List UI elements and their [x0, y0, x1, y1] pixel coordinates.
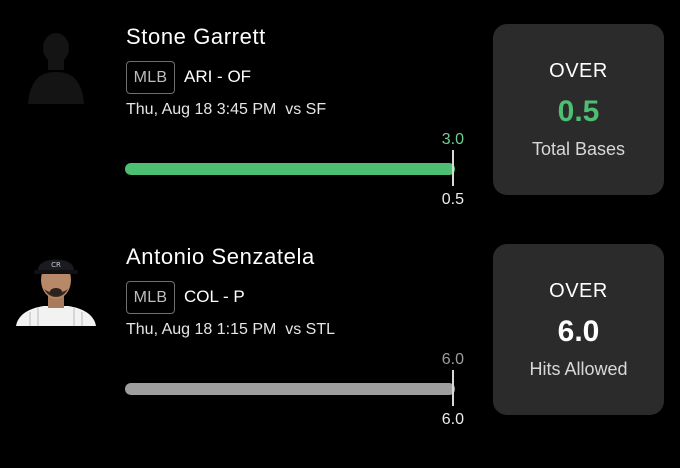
line-value: 0.5	[441, 191, 464, 208]
line-marker	[452, 150, 454, 186]
progress-bar	[125, 163, 455, 175]
actual-value: 6.0	[441, 351, 464, 368]
projection-direction: OVER	[549, 280, 608, 302]
projection-card[interactable]: OVER 0.5 Total Bases	[493, 24, 664, 195]
svg-text:CR: CR	[51, 261, 61, 269]
game-time: Thu, Aug 18 1:15 PM vs STL	[126, 321, 335, 338]
team-position: COL - P	[184, 287, 245, 306]
projection-stat: Total Bases	[531, 139, 626, 159]
progress-bar	[125, 383, 455, 395]
actual-value: 3.0	[441, 131, 464, 148]
projection-direction: OVER	[549, 60, 608, 82]
projection-stat: Hits Allowed	[529, 359, 628, 379]
projection-card[interactable]: OVER 6.0 Hits Allowed	[493, 244, 664, 415]
progress-fill	[125, 163, 455, 175]
projection-value: 6.0	[557, 315, 600, 348]
team-position: ARI - OF	[184, 67, 252, 86]
player-name: Stone Garrett	[126, 24, 266, 49]
pick-card-stone-garrett[interactable]: Stone Garrett MLB ARI - OF Thu, Aug 18 3…	[0, 0, 680, 220]
game-time: Thu, Aug 18 3:45 PM vs SF	[126, 101, 327, 118]
line-marker	[452, 370, 454, 406]
league-badge: MLB	[126, 281, 175, 314]
league-badge: MLB	[126, 61, 175, 94]
player-headshot-icon: CR	[14, 250, 98, 326]
progress-fill	[125, 383, 455, 395]
player-silhouette-icon	[14, 28, 98, 104]
player-name: Antonio Senzatela	[126, 244, 315, 269]
projection-value: 0.5	[557, 95, 600, 128]
pick-card-antonio-senzatela[interactable]: CR Antonio Senzatela MLB COL - P Thu, Au…	[0, 220, 680, 440]
line-value: 6.0	[441, 411, 464, 428]
